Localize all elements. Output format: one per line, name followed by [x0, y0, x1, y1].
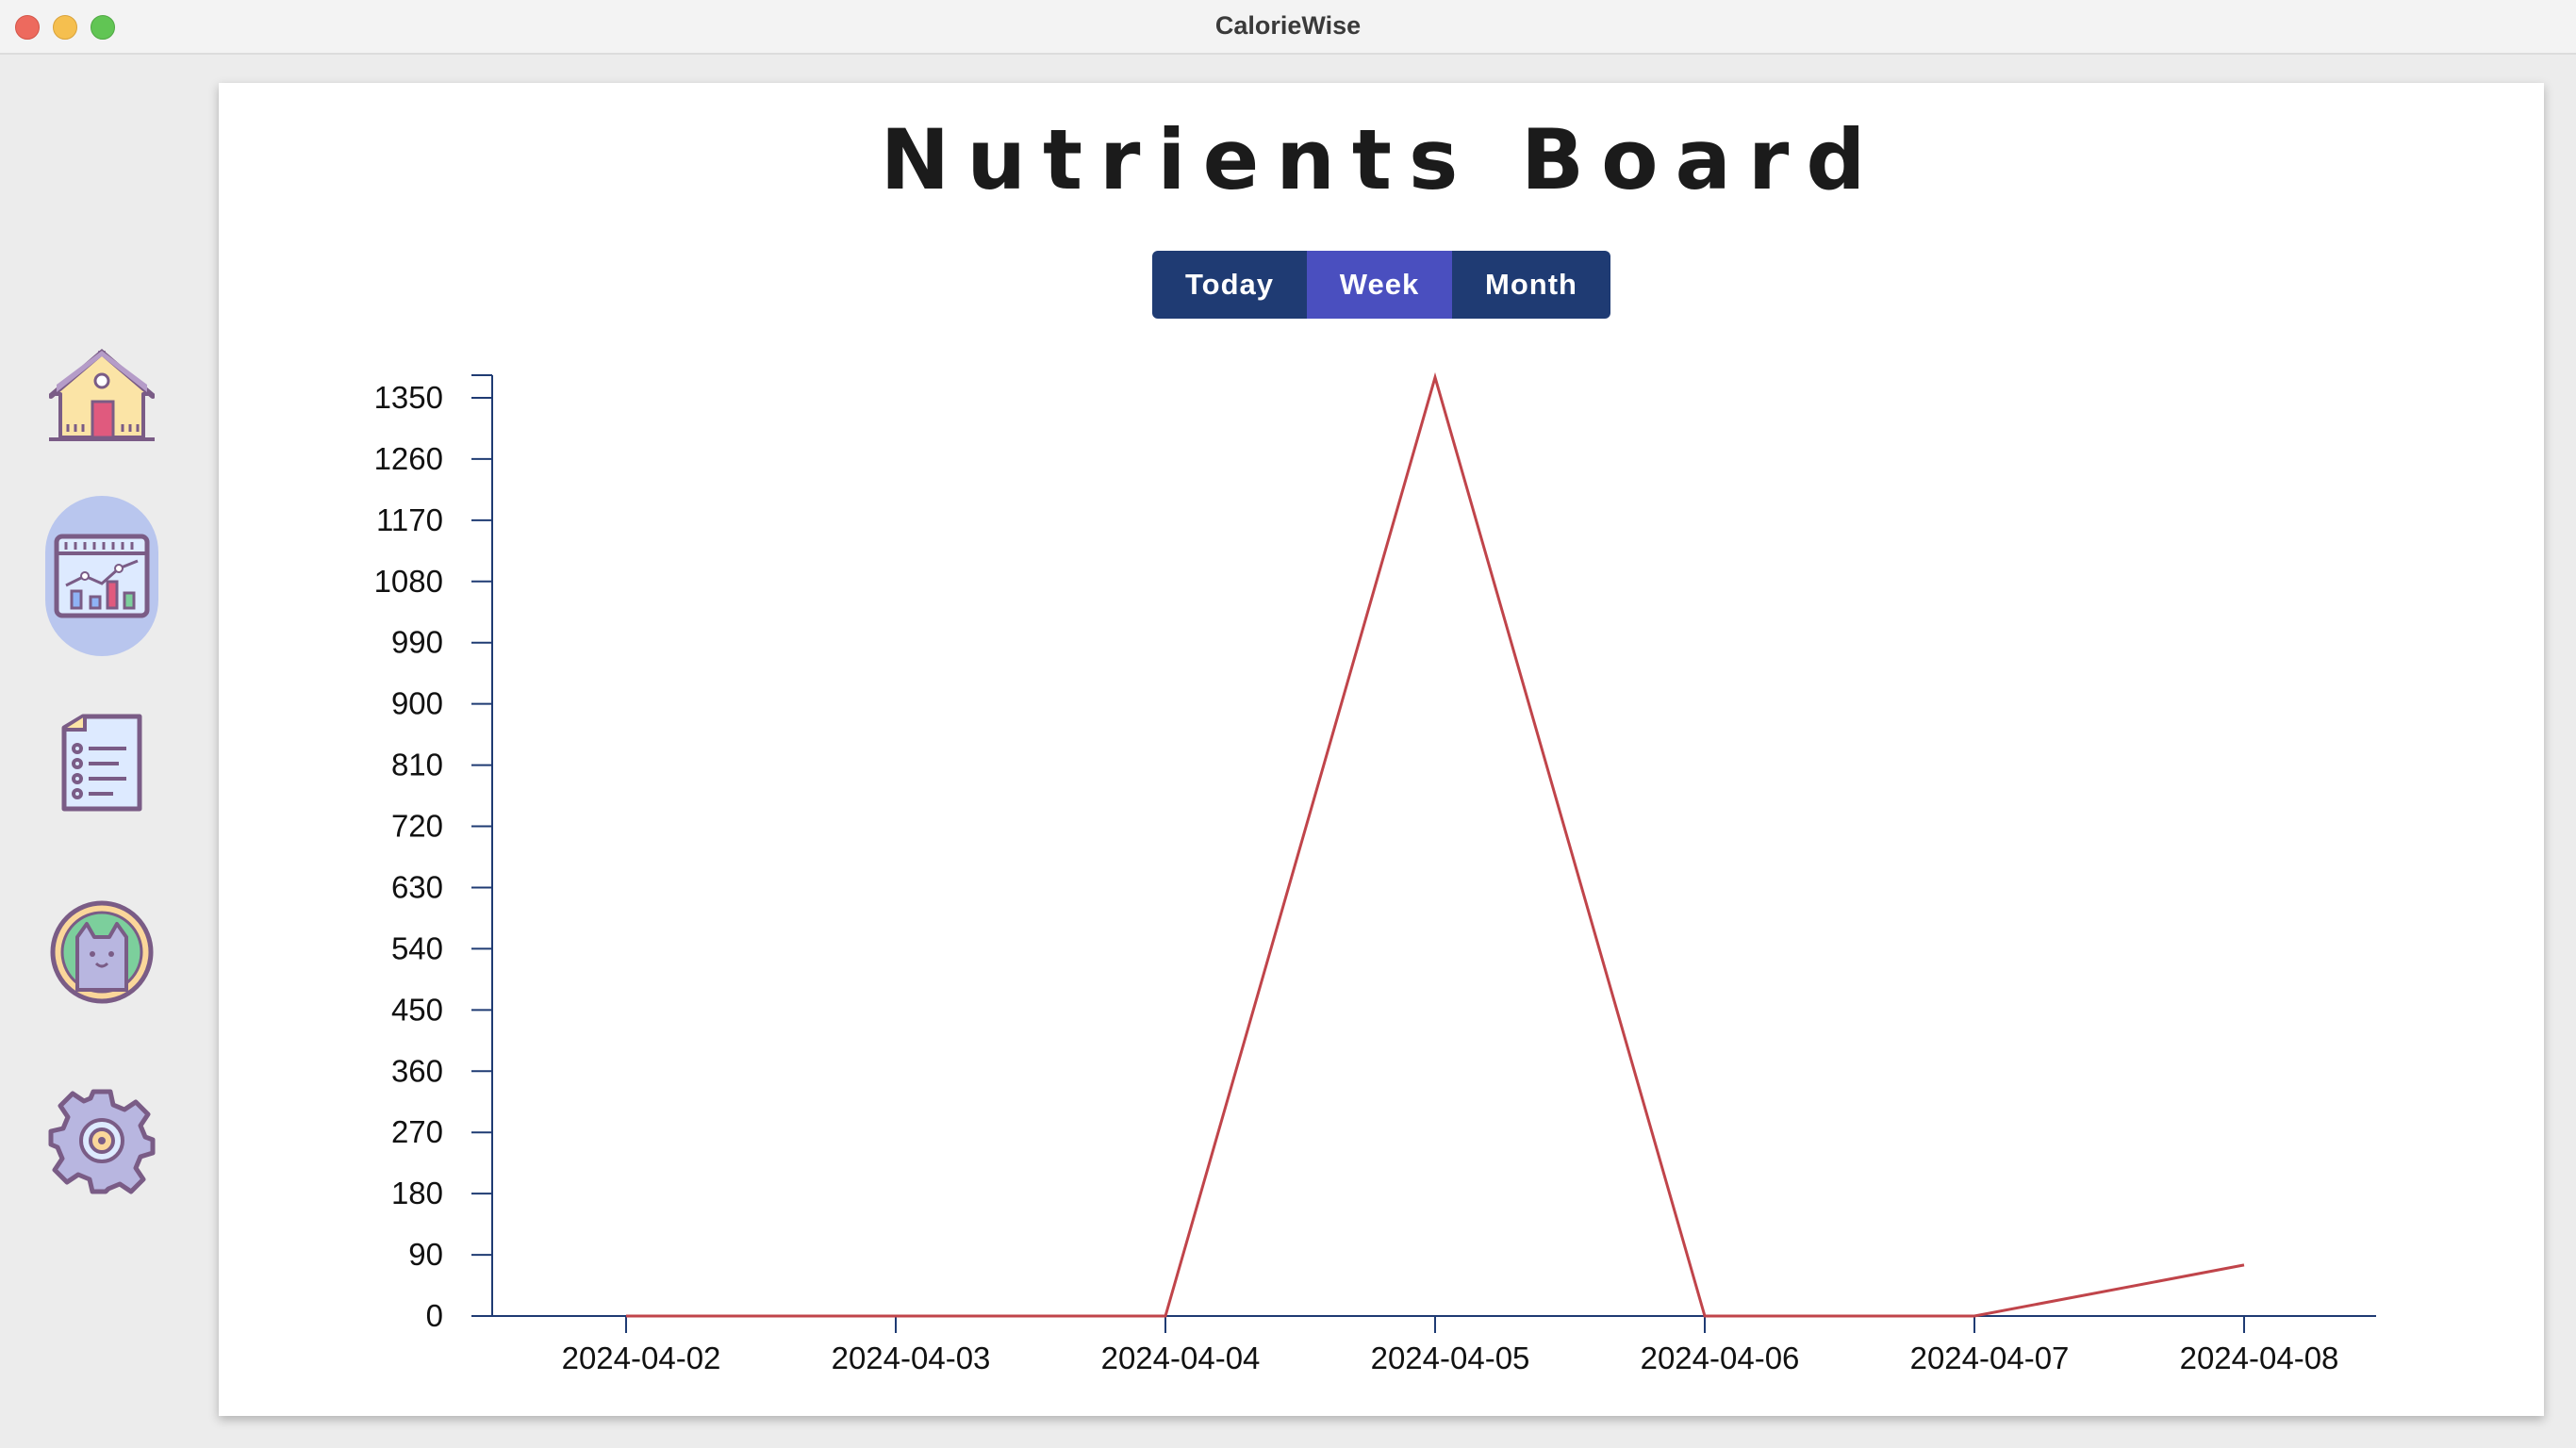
y-tick-label: 810: [391, 748, 443, 782]
calorie-series-line: [626, 371, 2245, 1318]
x-tick-label: 2024-04-06: [1641, 1341, 1800, 1375]
y-tick-label: 90: [408, 1237, 443, 1272]
x-tick-label: 2024-04-05: [1371, 1341, 1530, 1375]
y-tick-label: 1350: [374, 380, 443, 415]
x-tick-label: 2024-04-04: [1101, 1341, 1261, 1375]
x-tick-label: 2024-04-07: [1910, 1341, 2070, 1375]
y-tick-label: 720: [391, 809, 443, 844]
calorie-line-chart: 0 90 180 270 360 450 540 630 720 810 900 990 1080 117…: [374, 371, 2376, 1375]
y-tick-label: 1170: [376, 502, 443, 537]
y-tick-label: 360: [391, 1053, 443, 1088]
x-tick-label: 2024-04-08: [2180, 1341, 2339, 1375]
y-tick-label: 450: [391, 992, 443, 1027]
y-tick-label: 990: [391, 625, 443, 660]
x-tick-label: 2024-04-02: [562, 1341, 721, 1375]
y-tick-label: 900: [391, 686, 443, 721]
y-tick-label: 270: [391, 1114, 443, 1149]
y-tick-label: 0: [426, 1298, 443, 1333]
x-tick-label: 2024-04-03: [832, 1341, 991, 1375]
y-tick-label: 1080: [374, 564, 443, 599]
y-tick-label: 1260: [374, 441, 443, 476]
y-tick-label: 630: [391, 869, 443, 904]
y-tick-label: 180: [391, 1176, 443, 1210]
y-tick-label: 540: [391, 930, 443, 965]
